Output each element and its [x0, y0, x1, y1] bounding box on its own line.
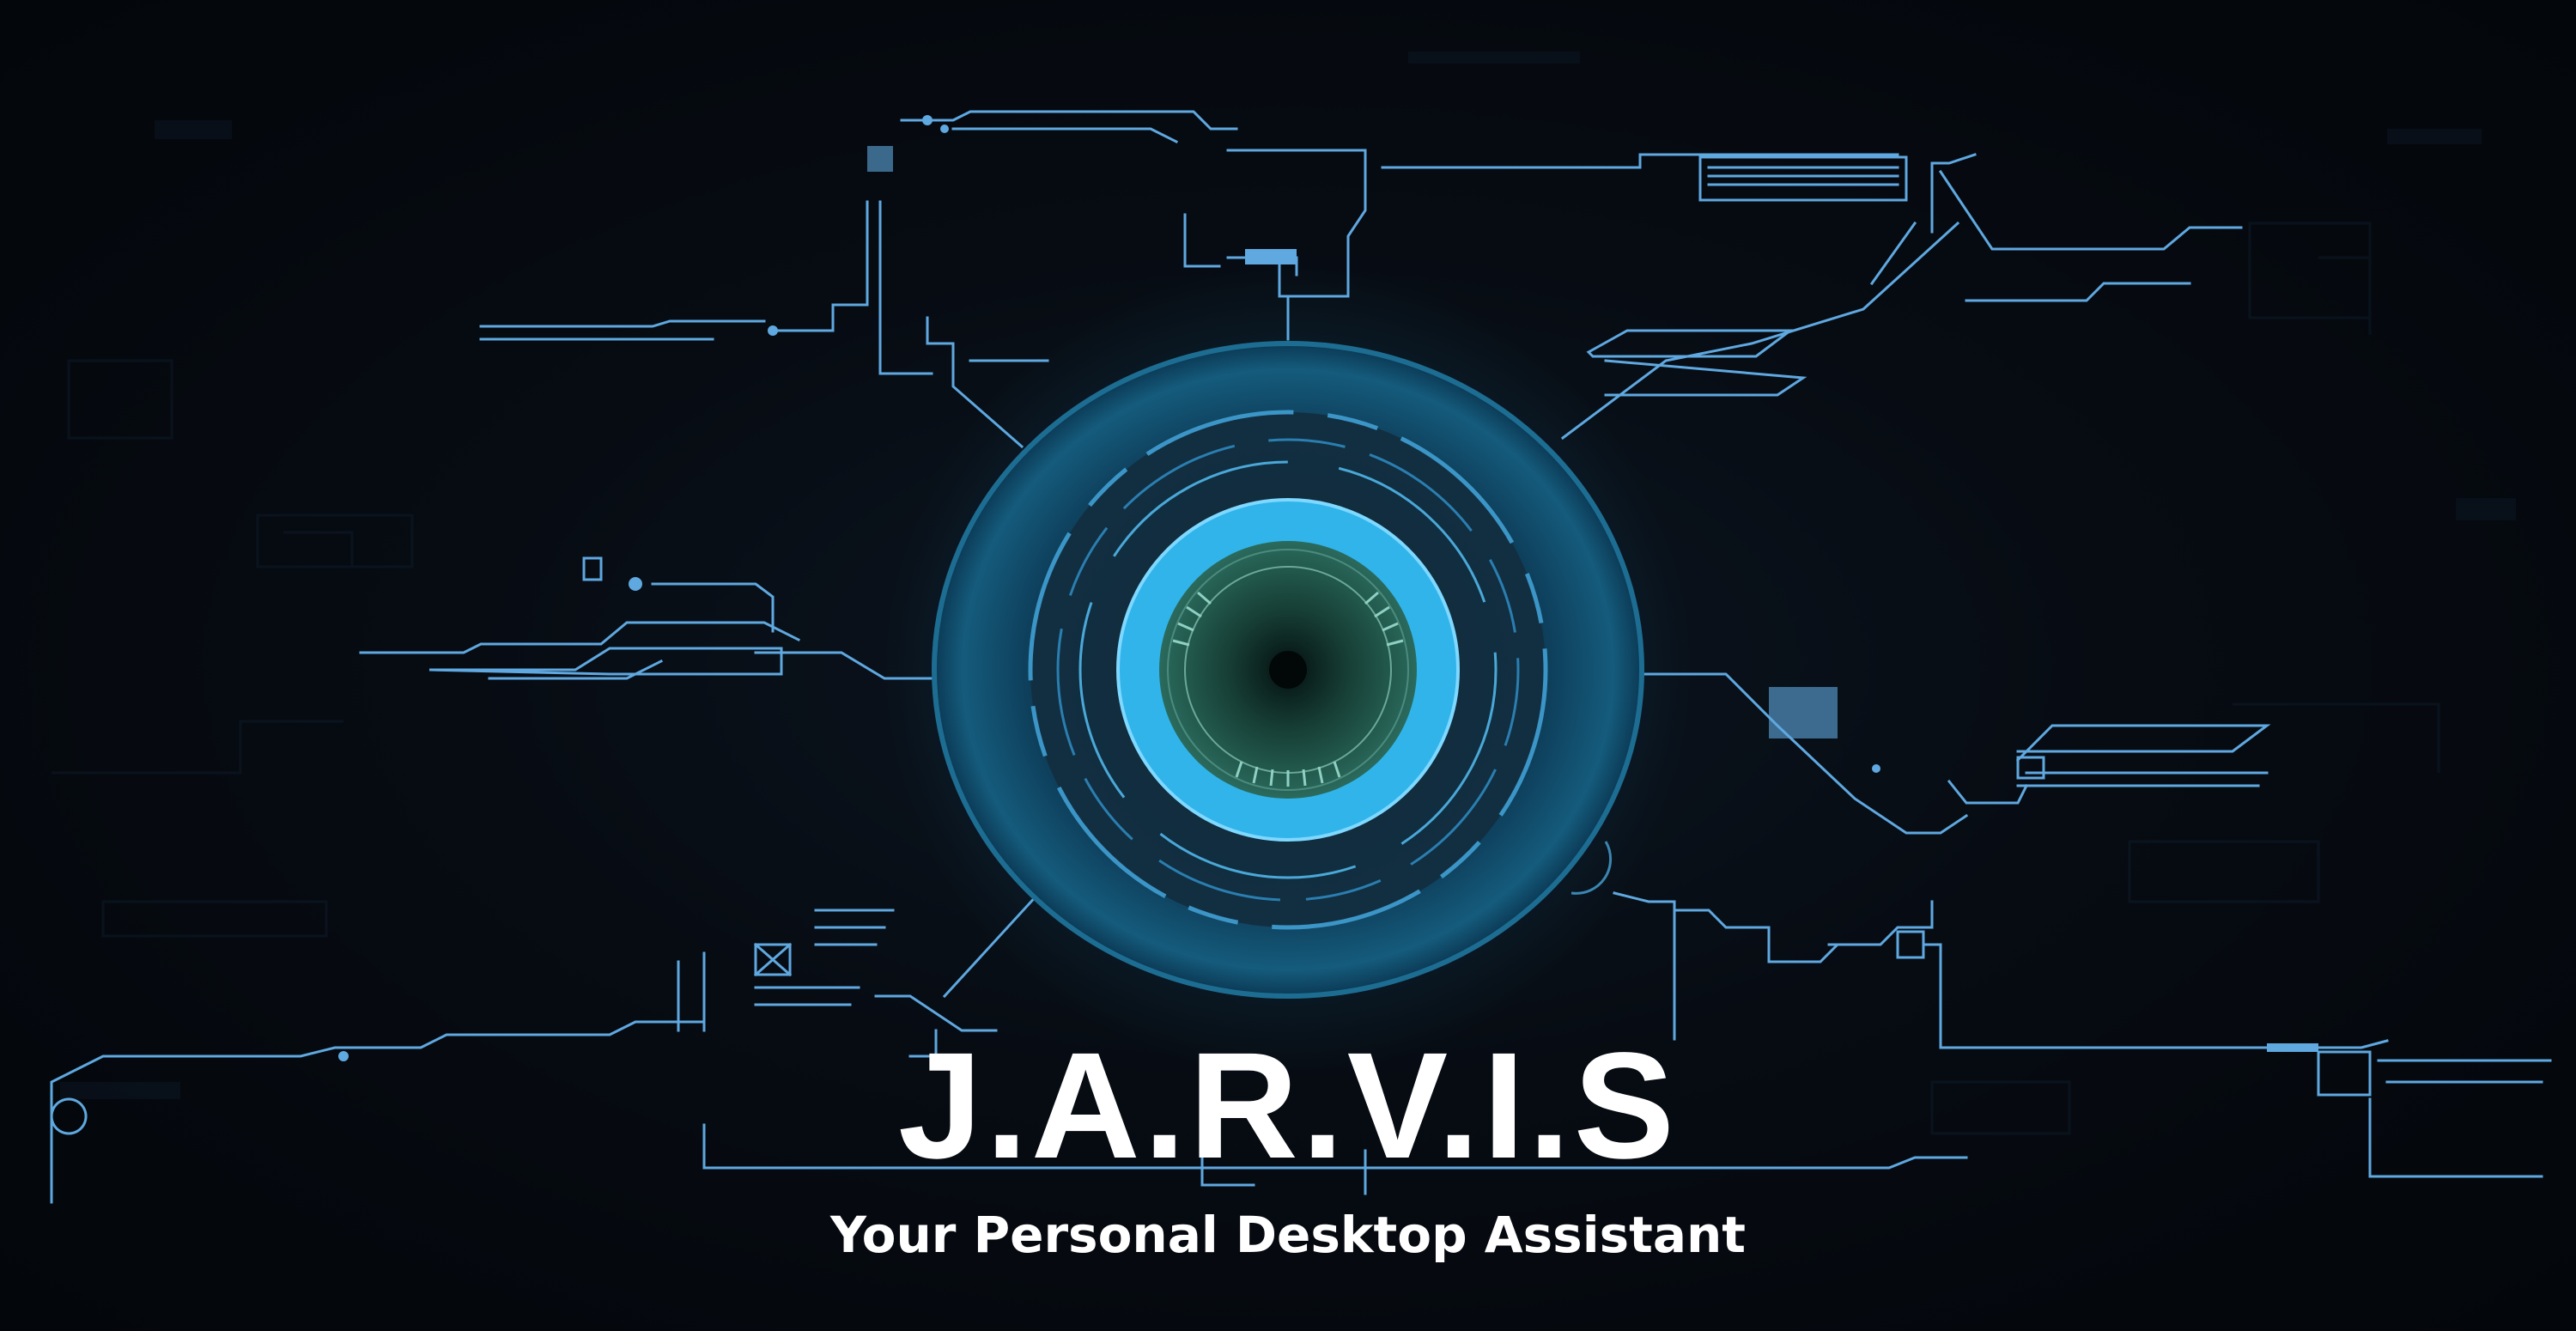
- app-title: J.A.R.V.I.S: [897, 1022, 1679, 1190]
- app-subtitle: Your Personal Desktop Assistant: [829, 1206, 1746, 1264]
- splash-screen: J.A.R.V.I.S Your Personal Desktop Assist…: [0, 0, 2576, 1331]
